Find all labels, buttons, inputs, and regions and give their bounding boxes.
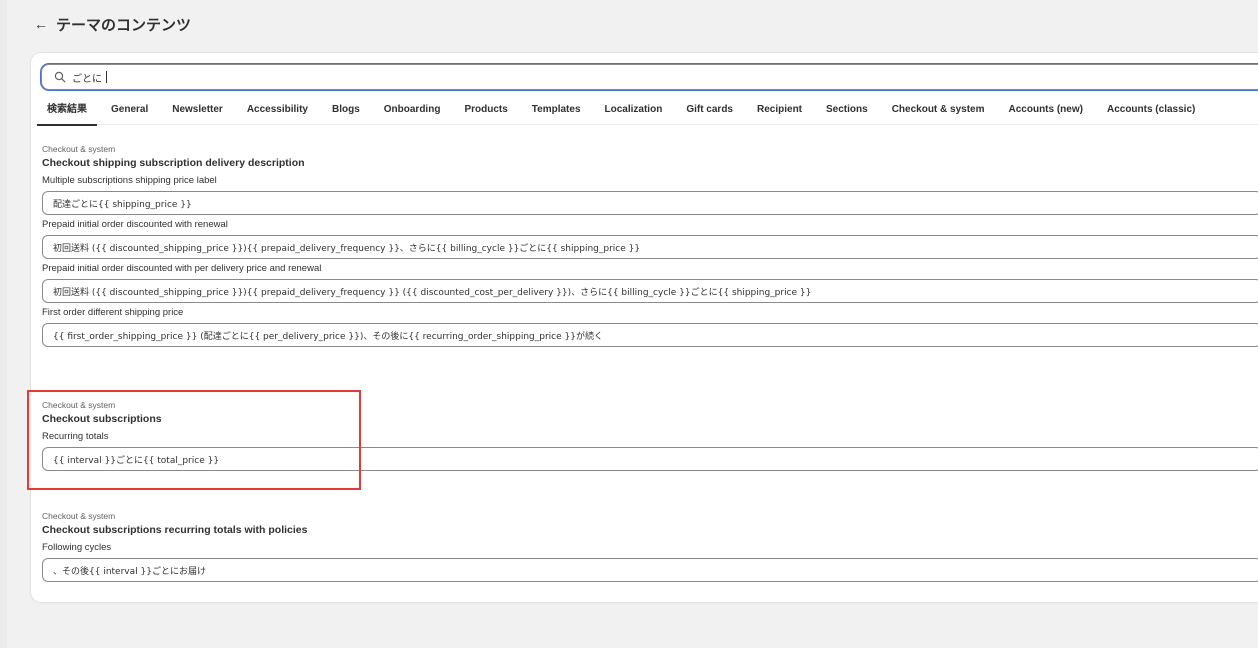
- search-box[interactable]: ごとに: [41, 64, 1258, 90]
- tab-onboarding[interactable]: Onboarding: [372, 95, 453, 125]
- search-icon: [54, 71, 66, 83]
- field-input-following-cycles[interactable]: 、その後{{ interval }}ごとにお届け: [42, 558, 1258, 582]
- tab-newsletter[interactable]: Newsletter: [160, 95, 235, 125]
- field-label: Recurring totals: [42, 431, 109, 442]
- section-shipping-subscription: Checkout & system Checkout shipping subs…: [42, 143, 1258, 347]
- field-label: Multiple subscriptions shipping price la…: [42, 175, 217, 186]
- content-card: ごとに 検索結果 General Newsletter Accessibilit…: [31, 53, 1258, 602]
- field-label: Following cycles: [42, 542, 112, 553]
- page-header: ← テーマのコンテンツ: [34, 12, 191, 36]
- tab-localization[interactable]: Localization: [593, 95, 675, 125]
- section-category: Checkout & system: [42, 511, 116, 521]
- tab-checkout-system[interactable]: Checkout & system: [880, 95, 997, 125]
- tab-recipient[interactable]: Recipient: [745, 95, 814, 125]
- field-label: Prepaid initial order discounted with re…: [42, 219, 228, 230]
- tab-search-results[interactable]: 検索結果: [35, 95, 99, 126]
- tab-templates[interactable]: Templates: [520, 95, 593, 125]
- section-recurring-totals-policies: Checkout & system Checkout subscriptions…: [42, 510, 1258, 582]
- field-input-multiple-subscriptions[interactable]: 配達ごとに{{ shipping_price }}: [42, 191, 1258, 215]
- field-input-prepaid-renewal[interactable]: 初回送料 ({{ discounted_shipping_price }}){{…: [42, 235, 1258, 259]
- tab-sections[interactable]: Sections: [814, 95, 880, 125]
- text-caret: [106, 71, 107, 83]
- tab-general[interactable]: General: [99, 95, 160, 125]
- field-input-recurring-totals[interactable]: {{ interval }}ごとに{{ total_price }}: [42, 447, 1258, 471]
- field-label: First order different shipping price: [42, 307, 184, 318]
- page-title: テーマのコンテンツ: [56, 15, 192, 34]
- field-label: Prepaid initial order discounted with pe…: [42, 263, 322, 274]
- section-category: Checkout & system: [42, 144, 116, 154]
- tab-accounts-new[interactable]: Accounts (new): [997, 95, 1095, 125]
- field-input-first-order[interactable]: {{ first_order_shipping_price }} (配達ごとに{…: [42, 323, 1258, 347]
- tab-blogs[interactable]: Blogs: [320, 95, 372, 125]
- tab-products[interactable]: Products: [452, 95, 519, 125]
- tab-bar: 検索結果 General Newsletter Accessibility Bl…: [35, 95, 1258, 126]
- section-title: Checkout shipping subscription delivery …: [42, 157, 305, 169]
- section-title: Checkout subscriptions: [42, 413, 162, 425]
- field-input-prepaid-per-delivery[interactable]: 初回送料 ({{ discounted_shipping_price }}){{…: [42, 279, 1258, 303]
- section-checkout-subscriptions: Checkout & system Checkout subscriptions…: [42, 399, 1258, 471]
- tab-accessibility[interactable]: Accessibility: [235, 95, 320, 125]
- tab-accounts-classic[interactable]: Accounts (classic): [1095, 95, 1207, 125]
- tab-gift-cards[interactable]: Gift cards: [674, 95, 745, 125]
- search-input[interactable]: ごとに: [72, 70, 102, 85]
- section-title: Checkout subscriptions recurring totals …: [42, 524, 308, 536]
- section-category: Checkout & system: [42, 400, 116, 410]
- left-strip: [0, 0, 7, 648]
- back-arrow-icon[interactable]: ←: [34, 17, 48, 31]
